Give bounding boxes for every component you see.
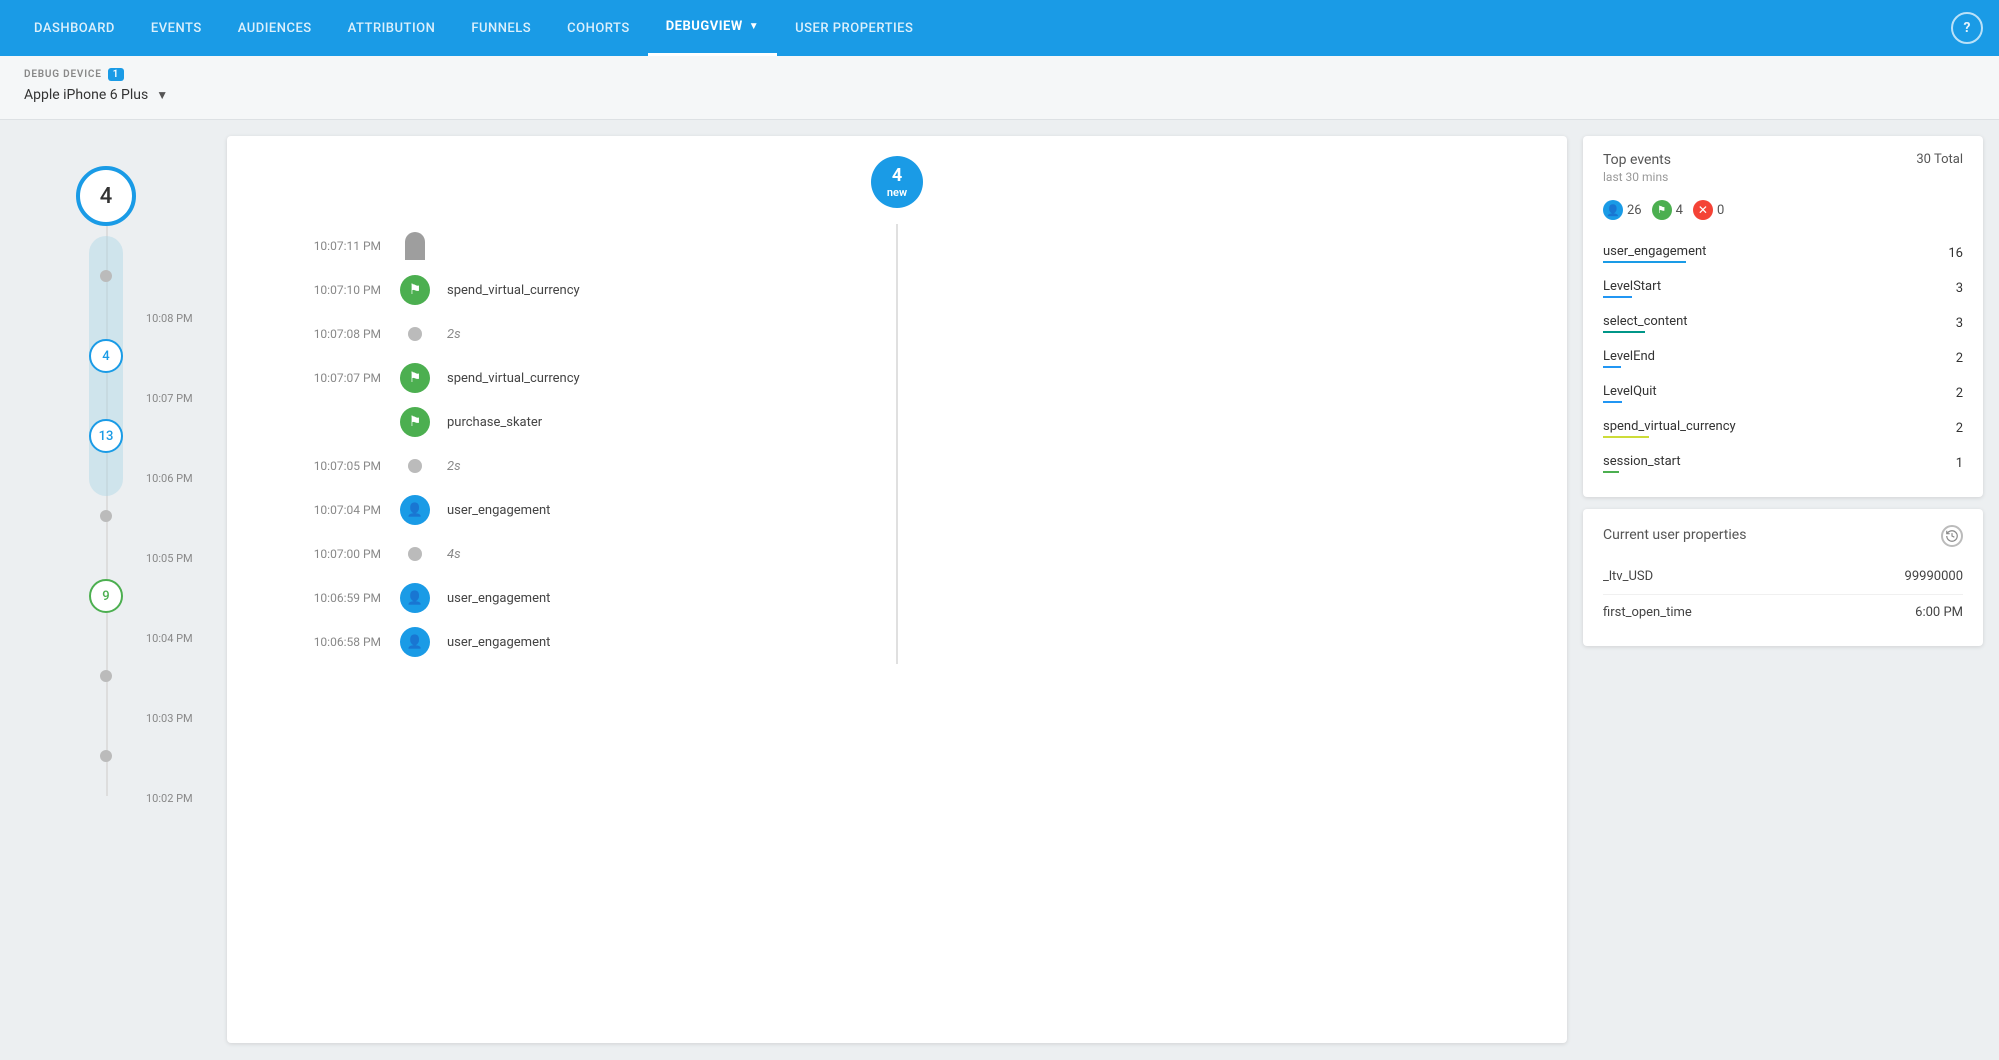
nav-attribution[interactable]: ATTRIBUTION	[330, 0, 454, 56]
blue-icon: 👤	[1603, 200, 1623, 220]
device-select-dropdown[interactable]: Apple iPhone 6 Plus ▼	[24, 87, 1975, 103]
time-label-1006: 10:06 PM	[146, 472, 193, 485]
green-icon: ⚑	[1652, 200, 1672, 220]
green-flag-icon-3: ⚑	[400, 407, 430, 437]
timeline-dot-1002	[100, 750, 112, 762]
nav-user-properties[interactable]: USER PROPERTIES	[777, 0, 931, 56]
pin-icon	[405, 232, 425, 260]
event-list-item-6[interactable]: spend_virtual_currency 2	[1603, 411, 1963, 446]
nav-cohorts[interactable]: COHORTS	[549, 0, 648, 56]
blue-person-icon-3: 👤	[400, 627, 430, 657]
event-row-6[interactable]: 10:06:59 PM 👤 user_engagement	[227, 576, 1567, 620]
time-label-1002: 10:02 PM	[146, 792, 193, 805]
left-timeline-column: 4 4 13	[16, 136, 146, 1043]
event-row-5[interactable]: 10:07:04 PM 👤 user_engagement	[227, 488, 1567, 532]
icon-counts-row: 👤 26 ⚑ 4 ✕ 0	[1603, 200, 1963, 220]
event-list-item-5[interactable]: LevelQuit 2	[1603, 376, 1963, 411]
right-column: Top events last 30 mins 30 Total 👤 26 ⚑ …	[1583, 136, 1983, 1043]
time-label-1007: 10:07 PM	[146, 392, 193, 405]
user-props-header: Current user properties	[1603, 525, 1963, 547]
red-count-item: ✕ 0	[1693, 200, 1724, 220]
debug-device-label: DEBUG DEVICE 1	[24, 68, 1975, 81]
new-events-badge: 4 new	[871, 156, 923, 208]
user-props-title: Current user properties	[1603, 527, 1746, 543]
center-events-panel: 4 new 10:07:11 PM 10:07:10 PM	[227, 136, 1567, 1043]
new-events-badge-container: 4 new	[227, 156, 1567, 208]
event-list-item-3[interactable]: select_content 3	[1603, 306, 1963, 341]
user-properties-panel: Current user properties _ltv_USD 9999000…	[1583, 509, 1983, 646]
timeline-dot-1008	[100, 270, 112, 282]
top-events-title: Top events	[1603, 152, 1671, 168]
time-label-1005: 10:05 PM	[146, 552, 193, 565]
chevron-down-icon: ▼	[749, 21, 759, 32]
debug-count-badge: 1	[108, 68, 125, 81]
sub-header: DEBUG DEVICE 1 Apple iPhone 6 Plus ▼	[0, 56, 1999, 120]
blue-person-icon-1: 👤	[400, 495, 430, 525]
gap-dot-2	[408, 459, 422, 473]
timeline-circle-1006[interactable]: 13	[89, 419, 123, 453]
green-count-item: ⚑ 4	[1652, 200, 1683, 220]
event-row-1: 10:07:11 PM	[227, 224, 1567, 268]
timeline-circle-1004[interactable]: 9	[89, 579, 123, 613]
time-labels-column: 10:08 PM 10:07 PM 10:06 PM 10:05 PM 10:0…	[146, 136, 211, 1043]
timeline-dot-1003	[100, 670, 112, 682]
event-list-item-2[interactable]: LevelStart 3	[1603, 271, 1963, 306]
top-events-header: Top events last 30 mins 30 Total	[1603, 152, 1963, 196]
timeline-circle-1007[interactable]: 4	[89, 339, 123, 373]
event-row-7[interactable]: 10:06:58 PM 👤 user_engagement	[227, 620, 1567, 664]
top-events-subtitle: last 30 mins	[1603, 170, 1671, 184]
green-flag-icon-2: ⚑	[400, 363, 430, 393]
nav-bar: DASHBOARD EVENTS AUDIENCES ATTRIBUTION F…	[0, 0, 1999, 56]
event-list: 10:07:11 PM 10:07:10 PM ⚑ spend_virtual_…	[227, 224, 1567, 664]
event-row-gap-3: 10:07:00 PM 4s	[227, 532, 1567, 576]
event-row-2[interactable]: 10:07:10 PM ⚑ spend_virtual_currency	[227, 268, 1567, 312]
green-flag-icon-1: ⚑	[400, 275, 430, 305]
event-row-3[interactable]: 10:07:07 PM ⚑ spend_virtual_currency	[227, 356, 1567, 400]
top-events-total: 30 Total	[1916, 152, 1963, 167]
event-list-item-1[interactable]: user_engagement 16	[1603, 236, 1963, 271]
timeline-top-circle: 4	[76, 166, 136, 226]
event-row-gap-1: 10:07:08 PM 2s	[227, 312, 1567, 356]
time-label-1008: 10:08 PM	[146, 312, 193, 325]
nav-funnels[interactable]: FUNNELS	[453, 0, 549, 56]
nav-dashboard[interactable]: DASHBOARD	[16, 0, 133, 56]
prop-row-2: first_open_time 6:00 PM	[1603, 595, 1963, 630]
event-list-item-7[interactable]: session_start 1	[1603, 446, 1963, 481]
top-events-panel: Top events last 30 mins 30 Total 👤 26 ⚑ …	[1583, 136, 1983, 497]
dropdown-arrow-icon: ▼	[156, 88, 168, 102]
event-row-4[interactable]: ⚑ purchase_skater	[227, 400, 1567, 444]
gap-dot-3	[408, 547, 422, 561]
events-list: user_engagement 16 LevelStart 3 select_c…	[1603, 236, 1963, 481]
nav-audiences[interactable]: AUDIENCES	[220, 0, 330, 56]
prop-row-1: _ltv_USD 99990000	[1603, 559, 1963, 595]
history-icon[interactable]	[1941, 525, 1963, 547]
timeline-dot-1005	[100, 510, 112, 522]
time-label-1004: 10:04 PM	[146, 632, 193, 645]
blue-count-item: 👤 26	[1603, 200, 1642, 220]
gap-dot-1	[408, 327, 422, 341]
time-label-1003: 10:03 PM	[146, 712, 193, 725]
red-icon: ✕	[1693, 200, 1713, 220]
nav-events[interactable]: EVENTS	[133, 0, 220, 56]
main-layout: 4 4 13	[0, 120, 1999, 1059]
help-button[interactable]: ?	[1951, 12, 1983, 44]
nav-debugview[interactable]: DEBUGVIEW ▼	[648, 0, 777, 56]
device-name: Apple iPhone 6 Plus	[24, 87, 148, 103]
event-list-item-4[interactable]: LevelEnd 2	[1603, 341, 1963, 376]
event-row-gap-2: 10:07:05 PM 2s	[227, 444, 1567, 488]
blue-person-icon-2: 👤	[400, 583, 430, 613]
